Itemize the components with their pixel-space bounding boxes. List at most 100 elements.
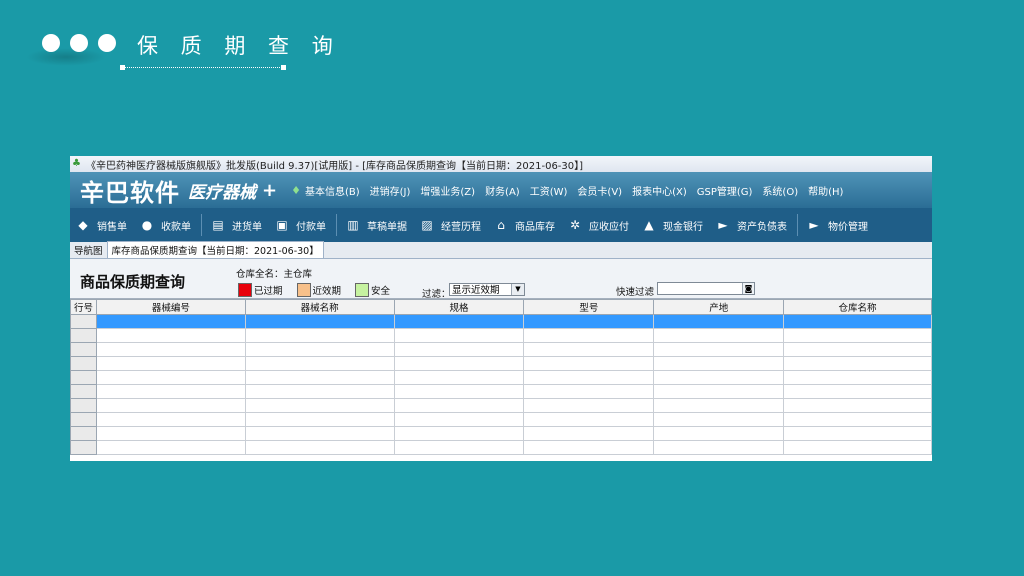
table-cell[interactable] bbox=[393, 440, 525, 455]
lookup-icon[interactable]: ◙ bbox=[742, 283, 754, 294]
column-header-warehouse[interactable]: 仓库名称 bbox=[783, 299, 932, 315]
column-header-model[interactable]: 型号 bbox=[523, 299, 655, 315]
menu-help[interactable]: 帮助(H) bbox=[808, 183, 843, 198]
table-cell[interactable] bbox=[95, 440, 246, 455]
table-cell[interactable] bbox=[523, 440, 655, 455]
row-number-cell[interactable] bbox=[70, 412, 97, 427]
column-header-device-code[interactable]: 器械编号 bbox=[95, 299, 246, 315]
table-cell[interactable] bbox=[783, 370, 932, 385]
column-header-origin[interactable]: 产地 bbox=[653, 299, 785, 315]
table-cell[interactable] bbox=[653, 398, 785, 413]
toolbar-receivable-button[interactable]: ✲ 应收应付 bbox=[562, 213, 636, 237]
table-cell[interactable] bbox=[783, 356, 932, 371]
column-header-row-number[interactable]: 行号 bbox=[70, 299, 97, 315]
table-cell[interactable] bbox=[393, 356, 525, 371]
table-cell[interactable] bbox=[653, 370, 785, 385]
table-cell[interactable] bbox=[653, 426, 785, 441]
table-cell[interactable] bbox=[244, 412, 395, 427]
toolbar-cash-bank-button[interactable]: ▲ 现金银行 bbox=[636, 213, 710, 237]
table-cell[interactable] bbox=[523, 426, 655, 441]
table-cell[interactable] bbox=[523, 314, 655, 329]
table-cell[interactable] bbox=[783, 426, 932, 441]
menu-enhanced[interactable]: 增强业务(Z) bbox=[420, 183, 475, 198]
table-cell[interactable] bbox=[95, 328, 246, 343]
row-number-cell[interactable] bbox=[70, 314, 97, 329]
toolbar-balance-sheet-button[interactable]: ► 资产负债表 bbox=[710, 213, 794, 237]
table-cell[interactable] bbox=[653, 356, 785, 371]
table-cell[interactable] bbox=[244, 342, 395, 357]
table-cell[interactable] bbox=[95, 384, 246, 399]
table-row[interactable] bbox=[70, 398, 932, 413]
filter-select[interactable]: 显示近效期 ▼ bbox=[449, 283, 525, 296]
table-row[interactable] bbox=[70, 426, 932, 441]
table-cell[interactable] bbox=[95, 370, 246, 385]
table-row[interactable] bbox=[70, 412, 932, 427]
table-cell[interactable] bbox=[523, 384, 655, 399]
table-cell[interactable] bbox=[95, 398, 246, 413]
table-cell[interactable] bbox=[393, 328, 525, 343]
table-cell[interactable] bbox=[95, 342, 246, 357]
table-cell[interactable] bbox=[783, 342, 932, 357]
toolbar-purchase-order-button[interactable]: ▤ 进货单 bbox=[205, 213, 269, 237]
row-number-cell[interactable] bbox=[70, 398, 97, 413]
table-cell[interactable] bbox=[244, 356, 395, 371]
menu-salary[interactable]: 工资(W) bbox=[530, 183, 568, 198]
quick-filter-input[interactable]: ◙ bbox=[657, 282, 755, 295]
toolbar-draft-button[interactable]: ▥ 草稿单据 bbox=[340, 213, 414, 237]
table-cell[interactable] bbox=[523, 398, 655, 413]
toolbar-stock-button[interactable]: ⌂ 商品库存 bbox=[488, 213, 562, 237]
row-number-cell[interactable] bbox=[70, 328, 97, 343]
table-cell[interactable] bbox=[244, 314, 395, 329]
table-cell[interactable] bbox=[95, 314, 246, 329]
menu-system[interactable]: 系统(O) bbox=[762, 183, 798, 198]
toolbar-price-button[interactable]: ► 物价管理 bbox=[801, 213, 875, 237]
table-cell[interactable] bbox=[783, 384, 932, 399]
table-cell[interactable] bbox=[523, 412, 655, 427]
table-cell[interactable] bbox=[523, 328, 655, 343]
menu-inventory[interactable]: 进销存(J) bbox=[370, 183, 411, 198]
toolbar-sales-order-button[interactable]: ◆ 销售单 bbox=[70, 213, 134, 237]
table-cell[interactable] bbox=[653, 440, 785, 455]
table-cell[interactable] bbox=[783, 328, 932, 343]
menu-gsp[interactable]: GSP管理(G) bbox=[697, 183, 753, 198]
toolbar-receipt-button[interactable]: ● 收款单 bbox=[134, 213, 198, 237]
table-cell[interactable] bbox=[244, 328, 395, 343]
table-cell[interactable] bbox=[95, 426, 246, 441]
table-cell[interactable] bbox=[783, 440, 932, 455]
table-cell[interactable] bbox=[653, 412, 785, 427]
table-cell[interactable] bbox=[393, 342, 525, 357]
table-cell[interactable] bbox=[783, 314, 932, 329]
row-number-cell[interactable] bbox=[70, 426, 97, 441]
menu-basic-info[interactable]: 基本信息(B) bbox=[305, 183, 360, 198]
table-cell[interactable] bbox=[653, 328, 785, 343]
tab-expiry-query[interactable]: 库存商品保质期查询【当前日期：2021-06-30】 bbox=[106, 241, 324, 258]
tab-navigation[interactable]: 导航图 bbox=[70, 242, 107, 258]
toolbar-history-button[interactable]: ▨ 经营历程 bbox=[414, 213, 488, 237]
column-header-spec[interactable]: 规格 bbox=[393, 299, 525, 315]
table-cell[interactable] bbox=[653, 384, 785, 399]
table-cell[interactable] bbox=[393, 370, 525, 385]
table-cell[interactable] bbox=[653, 314, 785, 329]
table-row[interactable] bbox=[70, 356, 932, 371]
menu-reports[interactable]: 报表中心(X) bbox=[632, 183, 687, 198]
table-cell[interactable] bbox=[393, 314, 525, 329]
table-row[interactable] bbox=[70, 440, 932, 455]
table-row[interactable] bbox=[70, 328, 932, 343]
row-number-cell[interactable] bbox=[70, 384, 97, 399]
table-row[interactable] bbox=[70, 342, 932, 357]
table-row[interactable] bbox=[70, 314, 932, 329]
table-cell[interactable] bbox=[393, 412, 525, 427]
table-cell[interactable] bbox=[244, 370, 395, 385]
table-cell[interactable] bbox=[244, 440, 395, 455]
table-cell[interactable] bbox=[95, 412, 246, 427]
table-cell[interactable] bbox=[523, 356, 655, 371]
table-cell[interactable] bbox=[244, 398, 395, 413]
table-cell[interactable] bbox=[523, 342, 655, 357]
table-cell[interactable] bbox=[783, 412, 932, 427]
table-cell[interactable] bbox=[244, 426, 395, 441]
table-cell[interactable] bbox=[95, 356, 246, 371]
table-cell[interactable] bbox=[393, 426, 525, 441]
table-cell[interactable] bbox=[393, 384, 525, 399]
table-row[interactable] bbox=[70, 370, 932, 385]
table-cell[interactable] bbox=[783, 398, 932, 413]
